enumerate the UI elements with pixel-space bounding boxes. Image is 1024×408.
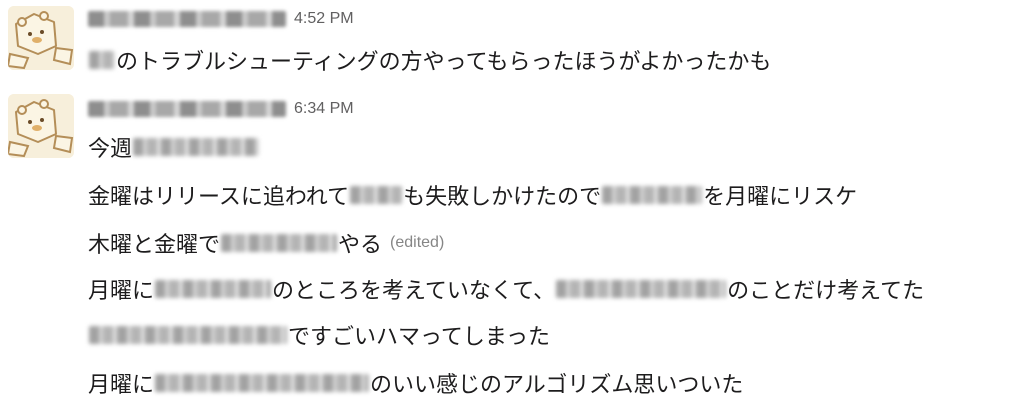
avatar[interactable] bbox=[8, 94, 74, 158]
message-text: 月曜に bbox=[88, 373, 155, 398]
message-text: ですごいハマってしまった bbox=[288, 325, 551, 350]
redacted-text bbox=[133, 138, 260, 156]
message-header: 4:52 PM bbox=[88, 6, 354, 32]
message-line: 月曜に のいい感じのアルゴリズム思いついた bbox=[88, 366, 743, 400]
message-line: 木曜と金曜で やる (edited) bbox=[88, 226, 444, 260]
message-text: のことだけ考えてた bbox=[727, 279, 925, 304]
redacted-text bbox=[155, 374, 370, 392]
message-text: 今週 bbox=[88, 137, 133, 162]
bear-avatar-icon bbox=[8, 94, 74, 158]
message-line: のトラブルシューティングの方やってもらったほうがよかったかも bbox=[88, 43, 771, 77]
redacted-text bbox=[602, 186, 703, 204]
message-line: 金曜はリリースに追われて も失敗しかけたので を月曜にリスケ bbox=[88, 178, 857, 212]
message-line: 今週 bbox=[88, 130, 260, 164]
message-text: やる bbox=[338, 233, 383, 258]
sender-name-redacted[interactable] bbox=[88, 11, 286, 27]
message-text: も失敗しかけたので bbox=[403, 185, 602, 210]
message-text: 金曜はリリースに追われて bbox=[88, 185, 350, 210]
message-text: 月曜に bbox=[88, 279, 155, 304]
redacted-text bbox=[89, 51, 115, 69]
message-line: 月曜に のところを考えていなくて、 のことだけ考えてた bbox=[88, 272, 924, 306]
message-text: 木曜と金曜で bbox=[88, 233, 221, 258]
redacted-text bbox=[556, 280, 727, 298]
message-text: のいい感じのアルゴリズム思いついた bbox=[370, 373, 744, 398]
redacted-text bbox=[221, 234, 338, 252]
message-line: ですごいハマってしまった bbox=[88, 318, 550, 352]
message-header: 6:34 PM bbox=[88, 96, 354, 122]
sender-name-redacted[interactable] bbox=[88, 101, 286, 117]
message-text: のトラブルシューティングの方やってもらったほうがよかったかも bbox=[116, 50, 772, 75]
redacted-text bbox=[155, 280, 272, 298]
avatar[interactable] bbox=[8, 6, 74, 70]
bear-avatar-icon bbox=[8, 6, 74, 70]
timestamp[interactable]: 4:52 PM bbox=[294, 10, 354, 28]
timestamp[interactable]: 6:34 PM bbox=[294, 100, 354, 118]
redacted-text bbox=[89, 326, 287, 344]
message-text: を月曜にリスケ bbox=[703, 185, 858, 210]
redacted-text bbox=[350, 186, 403, 204]
message-text: のところを考えていなくて、 bbox=[272, 279, 556, 304]
edited-indicator: (edited) bbox=[390, 234, 445, 251]
